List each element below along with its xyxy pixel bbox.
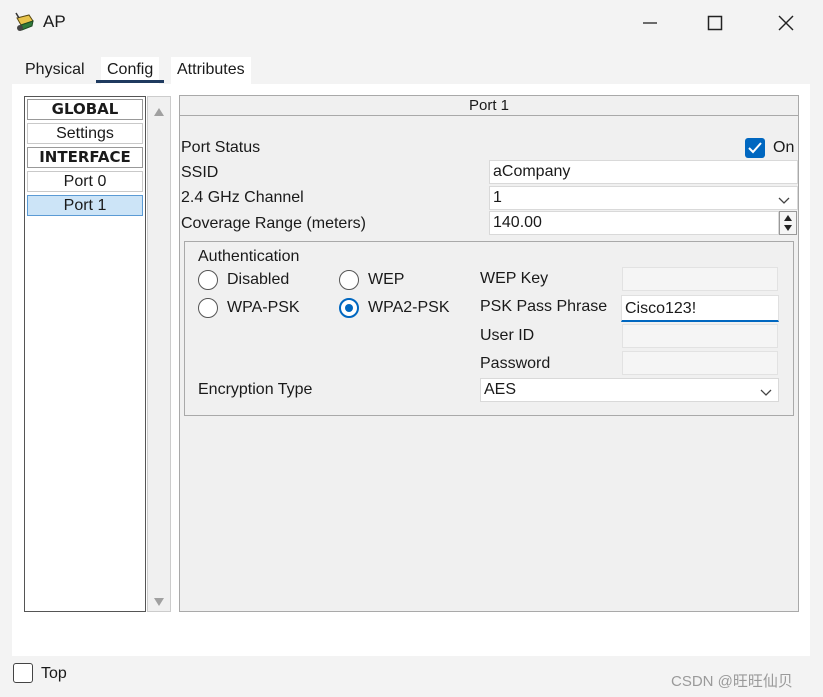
psk-pass-phrase-label: PSK Pass Phrase [480, 298, 608, 315]
tab-physical[interactable]: Physical [19, 57, 91, 84]
sidebar-item-global[interactable]: GLOBAL [27, 99, 143, 120]
channel-select[interactable]: 1 [489, 186, 798, 210]
radio-wep-label: WEP [368, 271, 405, 288]
channel-label: 2.4 GHz Channel [181, 189, 304, 206]
window-title: AP [43, 12, 66, 31]
app-icon [14, 12, 36, 34]
psk-pass-phrase-input[interactable]: Cisco123! [621, 295, 779, 322]
scroll-up-icon[interactable] [153, 104, 165, 122]
sidebar-item-port-0[interactable]: Port 0 [27, 171, 143, 192]
encryption-type-label: Encryption Type [198, 381, 313, 398]
user-id-label: User ID [480, 327, 535, 344]
sidebar-item-port-1[interactable]: Port 1 [27, 195, 143, 216]
minimize-button[interactable] [636, 10, 664, 36]
panel-title: Port 1 [180, 96, 798, 116]
top-checkbox[interactable] [13, 663, 33, 683]
port-status-label: Port Status [181, 139, 261, 156]
stepper-arrows-icon [784, 215, 792, 231]
ssid-label: SSID [181, 164, 219, 181]
radio-wpa-psk[interactable] [198, 298, 218, 318]
top-checkbox-label: Top [41, 665, 67, 682]
radio-disabled[interactable] [198, 270, 218, 290]
coverage-input[interactable]: 140.00 [489, 211, 779, 235]
radio-wpa2-psk[interactable] [339, 298, 359, 318]
close-icon [778, 15, 794, 31]
maximize-icon [707, 15, 723, 31]
radio-wep[interactable] [339, 270, 359, 290]
scroll-down-icon[interactable] [153, 594, 165, 612]
ssid-input[interactable]: aCompany [489, 160, 798, 184]
radio-wpa2-psk-label: WPA2-PSK [368, 299, 450, 316]
maximize-button[interactable] [701, 10, 729, 36]
wep-key-label: WEP Key [480, 270, 549, 287]
wep-key-input[interactable] [622, 267, 778, 291]
close-button[interactable] [772, 10, 800, 36]
port-status-checkbox[interactable] [745, 138, 765, 158]
channel-select-value: 1 [493, 189, 502, 206]
tab-attributes[interactable]: Attributes [171, 57, 251, 84]
sidebar-scrollbar[interactable] [147, 96, 171, 612]
user-id-input[interactable] [622, 324, 778, 348]
checkmark-icon [748, 142, 762, 154]
password-label: Password [480, 355, 551, 372]
sidebar-item-settings[interactable]: Settings [27, 123, 143, 144]
chevron-down-icon[interactable] [778, 193, 790, 211]
password-input[interactable] [622, 351, 778, 375]
authentication-label: Authentication [198, 248, 300, 265]
coverage-stepper[interactable] [779, 211, 797, 235]
encryption-type-value: AES [484, 381, 517, 398]
chevron-down-icon[interactable] [760, 385, 772, 403]
minimize-icon [643, 22, 657, 24]
radio-disabled-label: Disabled [227, 271, 290, 288]
title-bar [0, 0, 823, 46]
sidebar-item-interface[interactable]: INTERFACE [27, 147, 143, 168]
encryption-type-select[interactable]: AES [480, 378, 779, 402]
port-status-value: On [773, 139, 795, 156]
radio-wpa-psk-label: WPA-PSK [227, 299, 300, 316]
coverage-label: Coverage Range (meters) [181, 215, 366, 232]
watermark: CSDN @旺旺仙贝 [671, 673, 793, 690]
active-tab-indicator [96, 80, 164, 83]
